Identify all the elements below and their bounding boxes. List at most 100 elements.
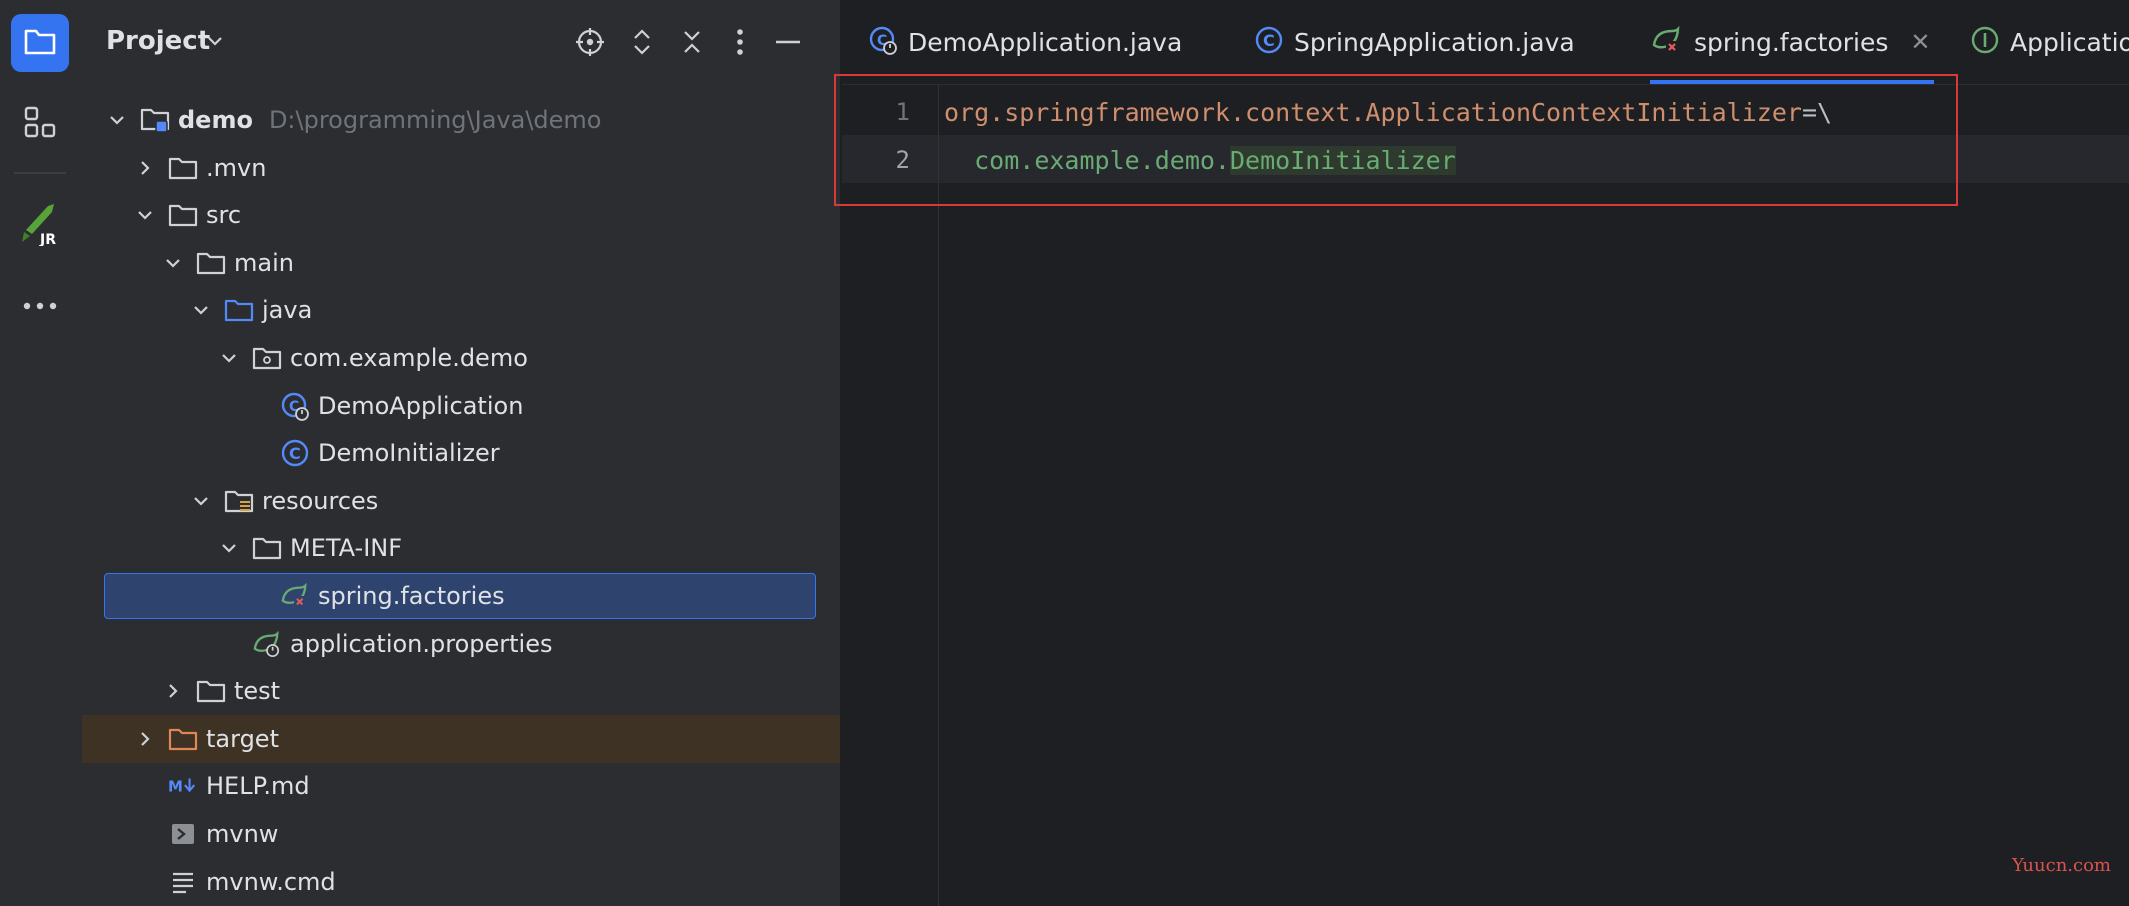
tree-item-meta-inf[interactable]: META-INF: [82, 524, 840, 572]
tree-item-demoapplication[interactable]: C DemoApplication: [82, 382, 840, 430]
tab-spring-factories[interactable]: spring.factories ✕: [1650, 0, 1935, 84]
chevron-placeholder: [134, 871, 156, 893]
interface-icon: [1970, 25, 2000, 59]
project-panel: Project demo D:\programming\Java\demo .mvn…: [82, 0, 842, 906]
close-icon[interactable]: ✕: [1910, 28, 1930, 56]
jrebel-icon: JR: [18, 200, 62, 250]
resources-folder-icon: [224, 486, 254, 516]
tree-item-test[interactable]: test: [82, 667, 840, 715]
tree-item-label: META-INF: [290, 534, 403, 563]
spring-boot-class-icon: C: [280, 391, 310, 421]
activity-separator: [14, 172, 66, 174]
tree-item-label: com.example.demo: [290, 344, 528, 372]
jrebel-tool-button[interactable]: JR: [11, 196, 69, 254]
tree-item-label: target: [206, 724, 279, 753]
chevron-down-icon[interactable]: [218, 537, 240, 559]
tab-spring-application[interactable]: C SpringApplication.java: [1254, 0, 1575, 84]
tree-item-label: HELP.md: [206, 772, 310, 801]
tree-item-target[interactable]: target: [82, 714, 840, 763]
chevron-right-icon[interactable]: [134, 157, 156, 179]
tree-item-label: DemoInitializer: [318, 439, 500, 468]
spring-factories-icon: [280, 581, 310, 611]
project-tool-button[interactable]: [11, 14, 69, 72]
structure-tool-button[interactable]: [11, 95, 69, 153]
chevron-right-icon[interactable]: [162, 680, 184, 702]
chevron-placeholder: [134, 775, 156, 797]
folder-icon: [196, 676, 226, 706]
svg-text:C: C: [289, 444, 301, 463]
spring-boot-class-icon: C: [868, 25, 898, 59]
tree-item-main[interactable]: main: [82, 239, 840, 287]
more-icon: [22, 296, 58, 315]
tree-item-label: resources: [262, 486, 379, 515]
project-panel-header: Project: [82, 0, 840, 84]
folder-icon: [252, 533, 282, 563]
tree-item-mvnw-cmd[interactable]: mvnw.cmd: [82, 858, 840, 906]
class-icon: C: [280, 438, 310, 468]
markdown-icon: M: [168, 771, 198, 801]
tree-item-help-md[interactable]: M HELP.md: [82, 762, 840, 810]
chevron-right-icon[interactable]: [134, 728, 156, 750]
tree-item-label: spring.factories: [318, 582, 505, 610]
chevron-placeholder: [218, 633, 240, 655]
chevron-down-icon[interactable]: [134, 204, 156, 226]
class-icon: C: [1254, 25, 1284, 59]
tree-item-label: main: [234, 248, 294, 277]
chevron-placeholder: [134, 823, 156, 845]
tree-item-mvn[interactable]: .mvn: [82, 144, 840, 192]
chevron-down-icon[interactable]: [218, 347, 240, 369]
project-panel-title[interactable]: Project: [106, 26, 210, 56]
module-folder-icon: [140, 105, 170, 135]
tab-label: Applicatio: [2010, 27, 2129, 57]
tab-demo-application[interactable]: C DemoApplication.java: [868, 0, 1182, 84]
tree-item-label: mvnw: [206, 820, 279, 848]
tree-item-label: src: [206, 201, 242, 230]
project-icon: [23, 26, 57, 60]
hide-icon[interactable]: [770, 24, 806, 60]
tab-label: spring.factories: [1694, 27, 1889, 57]
chevron-down-icon[interactable]: [190, 299, 212, 321]
close-all-icon[interactable]: [674, 24, 710, 60]
tree-item-java[interactable]: java: [82, 286, 840, 334]
tab-label: DemoApplication.java: [908, 27, 1183, 57]
folder-icon: [168, 153, 198, 183]
structure-icon: [23, 105, 57, 143]
tree-item-label: java: [262, 296, 313, 325]
source-folder-icon: [224, 295, 254, 325]
tree-item-demo[interactable]: demo D:\programming\Java\demo: [82, 96, 840, 144]
tree-item-resources[interactable]: resources: [82, 477, 840, 525]
tree-item-demoinitializer[interactable]: C DemoInitializer: [82, 429, 840, 477]
tree-item-label: DemoApplication: [318, 391, 524, 420]
package-icon: [252, 343, 282, 373]
tree-item-spring-factories[interactable]: spring.factories: [82, 572, 840, 620]
chevron-placeholder: [246, 395, 268, 417]
chevron-down-icon[interactable]: [106, 109, 128, 131]
svg-text:M: M: [168, 778, 183, 796]
folder-icon: [168, 200, 198, 230]
annotation-box: [834, 74, 1958, 206]
chevron-down-icon[interactable]: [204, 30, 226, 56]
spring-properties-icon: [252, 629, 282, 659]
more-tools-button[interactable]: [11, 276, 69, 334]
tree-item-src[interactable]: src: [82, 191, 840, 239]
module-path: D:\programming\Java\demo: [268, 106, 602, 134]
chevron-down-icon[interactable]: [190, 490, 212, 512]
options-icon[interactable]: [722, 24, 758, 60]
locate-icon[interactable]: [572, 24, 608, 60]
tree-item-label: test: [234, 677, 281, 706]
svg-text:JR: JR: [39, 232, 56, 246]
tree-item-mvnw[interactable]: mvnw: [82, 810, 840, 858]
chevron-down-icon[interactable]: [162, 252, 184, 274]
tree-item-label: demo: [178, 106, 253, 134]
expand-collapse-icon[interactable]: [624, 24, 660, 60]
tree-item-application-properties[interactable]: application.properties: [82, 620, 840, 668]
tree-item-label: mvnw.cmd: [206, 867, 336, 896]
shell-script-icon: [168, 819, 198, 849]
chevron-placeholder: [246, 585, 268, 607]
tree-item-label: .mvn: [206, 153, 267, 182]
spring-factories-icon: [1650, 25, 1684, 59]
tree-item-com-example-demo[interactable]: com.example.demo: [82, 334, 840, 382]
activity-bar: JR: [0, 0, 83, 906]
tab-application[interactable]: Applicatio: [1970, 0, 2129, 84]
tab-label: SpringApplication.java: [1294, 27, 1575, 57]
